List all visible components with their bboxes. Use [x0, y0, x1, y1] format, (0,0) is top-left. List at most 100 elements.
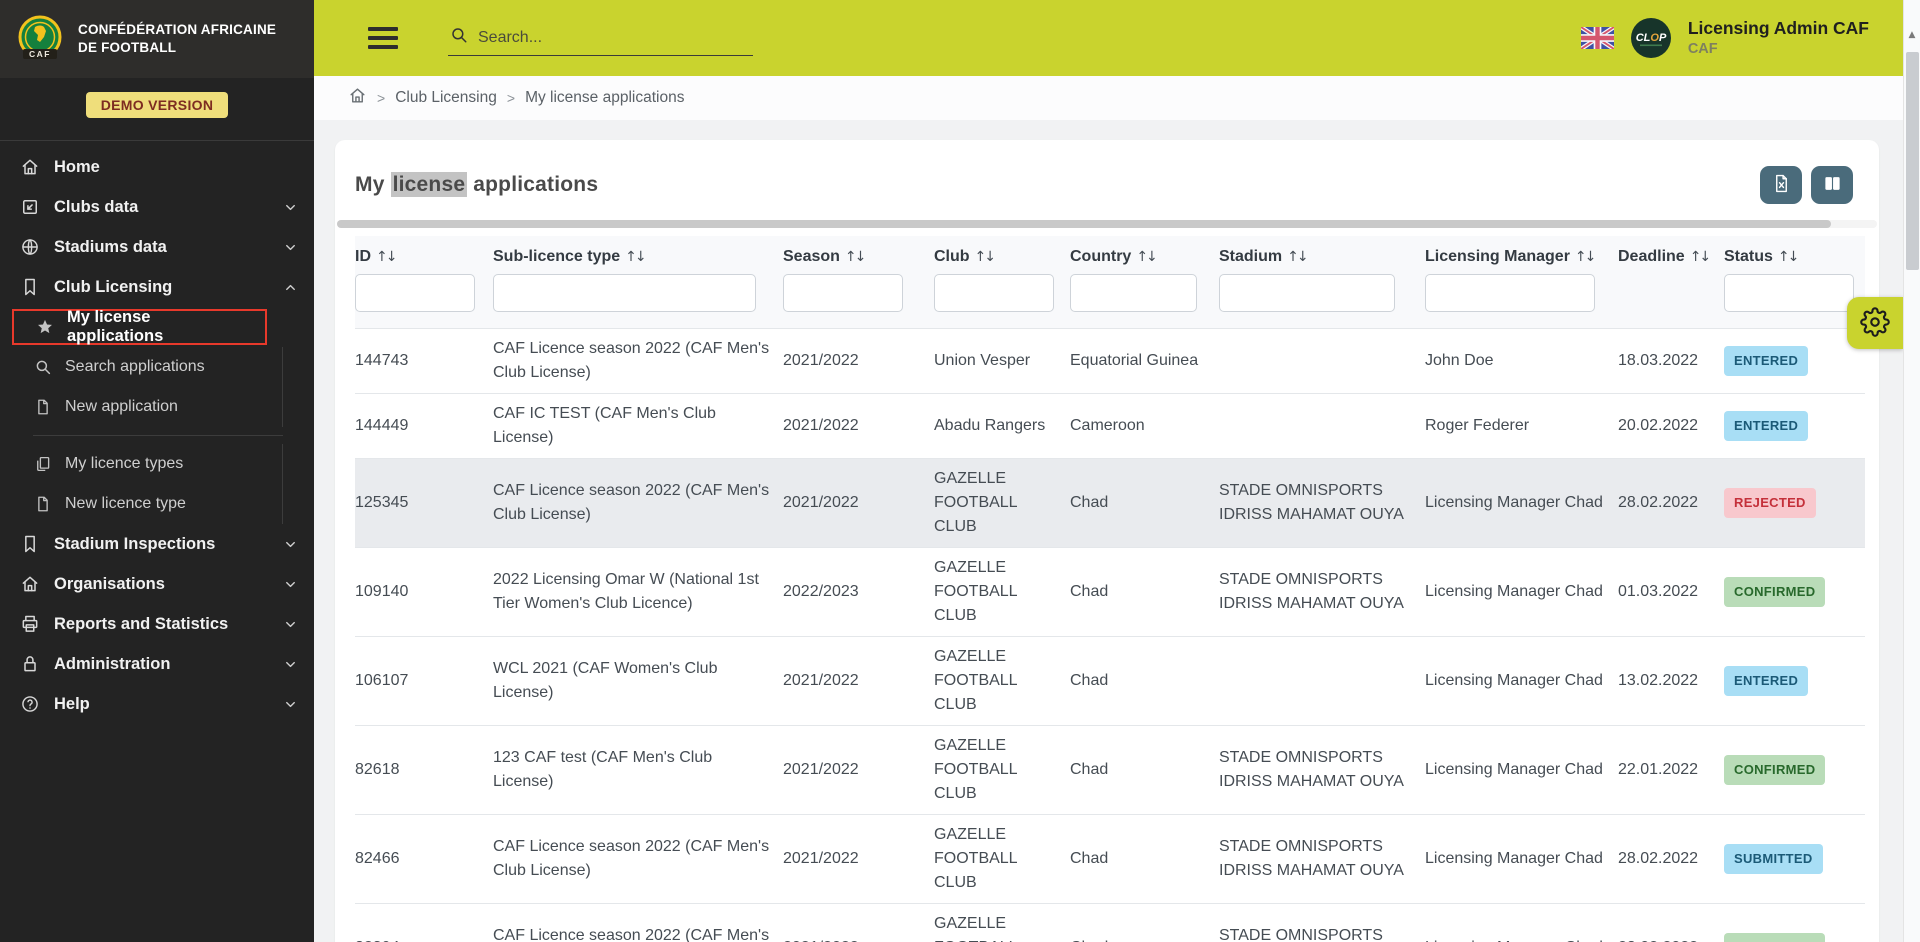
sidebar-item-my-license-applications[interactable]: My license applications — [12, 308, 267, 345]
column-label: Status — [1724, 248, 1773, 265]
sort-icon[interactable]: ↑↓ — [845, 249, 867, 265]
table-row[interactable]: 109140 2022 Licensing Omar W (National 1s… — [355, 547, 1865, 637]
sort-icon[interactable]: ↑↓ — [1778, 249, 1800, 265]
cell-status: CONFIRMED — [1724, 547, 1865, 637]
table-row[interactable]: 144743 CAF Licence season 2022 (CAF Men's… — [355, 328, 1865, 394]
chevron-down-icon — [283, 617, 298, 632]
home-icon[interactable] — [348, 86, 367, 110]
col-header-sub-licence-type: Sub-licence type ↑↓ — [493, 236, 783, 268]
sidebar-item-label: New application — [65, 398, 178, 415]
cell-sublicence-type: CAF IC TEST (CAF Men's Club License) — [493, 393, 783, 459]
cell-season: 2021/2022 — [783, 903, 934, 942]
cell-sublicence-type: CAF Licence season 2022 (CAF Men's Club … — [493, 903, 783, 942]
sidebar-item-reports-and-statistics[interactable]: Reports and Statistics — [0, 604, 314, 644]
sidebar-item-administration[interactable]: Administration — [0, 644, 314, 684]
filter-input-status[interactable] — [1724, 274, 1854, 312]
sort-icon[interactable]: ↑↓ — [625, 249, 647, 265]
sidebar-item-search-applications[interactable]: Search applications — [0, 347, 314, 387]
copy-icon — [33, 453, 53, 475]
filter-input-season[interactable] — [783, 274, 903, 312]
scrollbar-up-arrow[interactable]: ▲ — [1904, 30, 1920, 40]
clubs-icon — [19, 196, 41, 218]
cell-stadium: STADE OMNISPORTS IDRISS MAHAMAT OUYA — [1219, 814, 1425, 904]
cell-id: 82466 — [355, 814, 493, 904]
horizontal-scrollbar[interactable] — [337, 220, 1877, 228]
export-excel-button[interactable] — [1760, 166, 1802, 204]
cell-status: CONFIRMED — [1724, 725, 1865, 815]
sort-icon[interactable]: ↑↓ — [1575, 249, 1597, 265]
cell-club: GAZELLE FOOTBALL CLUB — [934, 636, 1070, 726]
sort-icon[interactable]: ↑↓ — [1287, 249, 1309, 265]
sidebar-item-club-licensing[interactable]: Club Licensing — [0, 267, 314, 307]
sidebar-item-my-licence-types[interactable]: My licence types — [0, 444, 314, 484]
sidebar-item-label: My license applications — [67, 308, 164, 345]
sidebar-item-new-application[interactable]: New application — [0, 387, 314, 427]
cell-deadline: 01.03.2022 — [1618, 547, 1724, 637]
column-label: Stadium — [1219, 248, 1283, 265]
horizontal-scrollbar-thumb[interactable] — [337, 220, 1831, 228]
cell-licensing-manager: Licensing Manager Chad — [1425, 725, 1618, 815]
column-label: Sub-licence type — [493, 248, 621, 265]
vertical-scrollbar-thumb[interactable] — [1906, 52, 1919, 270]
breadcrumb-club-licensing[interactable]: Club Licensing — [395, 89, 497, 107]
card-header: My license applications — [335, 140, 1879, 212]
columns-icon — [1823, 174, 1842, 196]
topbar-right: CLOP Licensing Admin CAF CAF — [1580, 18, 1869, 58]
vertical-scrollbar[interactable]: ▲ — [1903, 0, 1920, 942]
chevron-down-icon — [283, 697, 298, 712]
hamburger-menu-button[interactable] — [368, 22, 398, 55]
table-row[interactable]: 125345 CAF Licence season 2022 (CAF Men's… — [355, 458, 1865, 548]
sort-icon[interactable]: ↑↓ — [1690, 249, 1712, 265]
cell-club: Union Vesper — [934, 328, 1070, 394]
settings-gear-button[interactable] — [1847, 297, 1903, 349]
cell-season: 2022/2023 — [783, 547, 934, 637]
filter-input-stadium[interactable] — [1219, 274, 1395, 312]
table-row[interactable]: 82466 CAF Licence season 2022 (CAF Men's … — [355, 814, 1865, 904]
sidebar-item-home[interactable]: Home — [0, 147, 314, 187]
sidebar-item-stadiums-data[interactable]: Stadiums data — [0, 227, 314, 267]
col-header-country: Country ↑↓ — [1070, 236, 1219, 268]
applications-card: My license applications ID ↑↓ Sub-licenc… — [335, 140, 1879, 942]
chevron-down-icon — [283, 240, 298, 255]
cell-club: GAZELLE FOOTBALL CLUB — [934, 814, 1070, 904]
table-row[interactable]: 82394CAF Licence season 2022 (CAF Men's … — [355, 903, 1865, 942]
breadcrumb-separator: > — [377, 90, 386, 106]
table-row[interactable]: 82618 123 CAF test (CAF Men's Club Licens… — [355, 725, 1865, 815]
sidebar-item-stadium-inspections[interactable]: Stadium Inspections — [0, 524, 314, 564]
sidebar-item-organisations[interactable]: Organisations — [0, 564, 314, 604]
sidebar-item-new-licence-type[interactable]: New licence type — [0, 484, 314, 524]
home-icon — [19, 156, 41, 178]
cell-season: 2021/2022 — [783, 725, 934, 815]
columns-button[interactable] — [1811, 166, 1853, 204]
sort-icon[interactable]: ↑↓ — [1136, 249, 1158, 265]
table-body: 144743 CAF Licence season 2022 (CAF Men's… — [355, 328, 1865, 942]
table-row[interactable]: 106107 WCL 2021 (CAF Women's Club License… — [355, 636, 1865, 726]
avatar[interactable]: CLOP — [1630, 18, 1671, 58]
cell-licensing-manager: Licensing Manager Chad — [1425, 903, 1618, 942]
search-input[interactable] — [478, 28, 733, 47]
table-row[interactable]: 144449 CAF IC TEST (CAF Men's Club Licens… — [355, 393, 1865, 459]
sidebar-item-label: Clubs data — [54, 197, 139, 216]
breadcrumb-separator: > — [506, 90, 516, 106]
uk-flag-icon[interactable] — [1580, 27, 1614, 49]
sidebar-item-clubs-data[interactable]: Clubs data — [0, 187, 314, 227]
cell-id: 109140 — [355, 547, 493, 637]
sort-icon[interactable]: ↑↓ — [975, 249, 997, 265]
filter-input-club[interactable] — [934, 274, 1054, 312]
search-box[interactable] — [448, 20, 753, 56]
chevron-down-icon — [283, 537, 298, 552]
sort-icon[interactable]: ↑↓ — [376, 249, 398, 265]
sidebar-item-help[interactable]: Help — [0, 684, 314, 724]
filter-cell-season — [783, 268, 934, 329]
filter-input-country[interactable] — [1070, 274, 1197, 312]
cell-season: 2021/2022 — [783, 636, 934, 726]
filter-input-id[interactable] — [355, 274, 475, 312]
user-menu[interactable]: Licensing Admin CAF CAF — [1688, 18, 1869, 58]
submenu-divider — [33, 435, 283, 436]
filter-input-sub-licence-type[interactable] — [493, 274, 756, 312]
star-icon — [35, 316, 55, 338]
filter-input-licensing-manager[interactable] — [1425, 274, 1595, 312]
cell-id: 82618 — [355, 725, 493, 815]
breadcrumb-current: My license applications — [525, 89, 685, 106]
chevron-down-icon — [283, 577, 298, 592]
